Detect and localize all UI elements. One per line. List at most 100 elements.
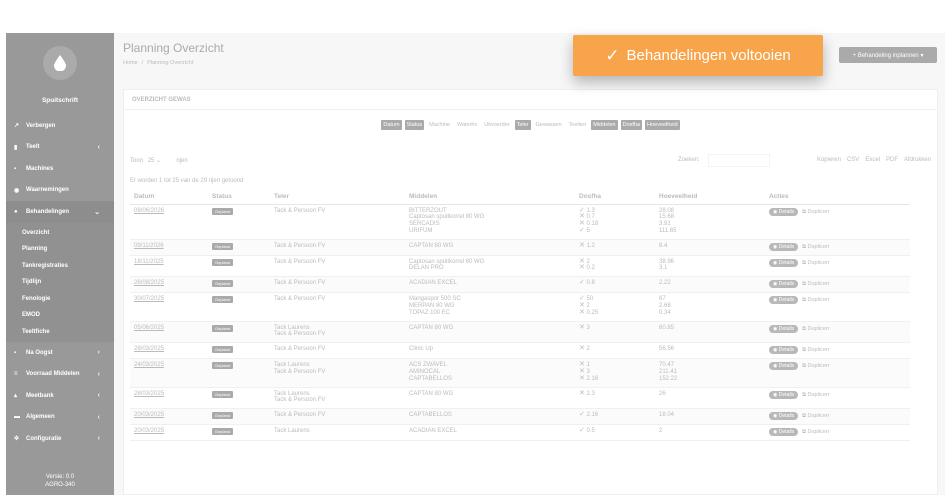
eye-icon: ◉ <box>773 325 778 332</box>
panel-title: OVERZICHT GEWAS <box>124 90 937 110</box>
sidebar-item-na-oogst[interactable]: ▪ Na Oogst ‹ <box>6 342 114 364</box>
details-button[interactable]: ◉ Details <box>769 346 799 355</box>
details-button[interactable]: ◉ Details <box>769 390 799 399</box>
export-pdf-button[interactable]: PDF <box>886 157 898 163</box>
duplicate-button[interactable]: ⧉ Duplicerr <box>802 209 829 215</box>
details-button[interactable]: ◉ Details <box>769 296 799 305</box>
sidebar-item-voorraad-middelen[interactable]: ≡ Voorraad Middelen ‹ <box>6 364 114 386</box>
plan-treatment-button[interactable]: + Behandeling inplannen ▾ <box>839 47 937 63</box>
product-name: CAPTABELLOS <box>409 412 452 419</box>
sidebar-item-verbergen[interactable]: ↗ Verbergen <box>6 115 114 137</box>
column-toggle-status[interactable]: Status <box>404 120 425 130</box>
sidebar-item-machines[interactable]: ▪ Machines <box>6 158 114 180</box>
complete-treatments-button[interactable]: ✓ Behandelingen voltooien <box>573 35 823 76</box>
date-link[interactable]: 30/07/2025 <box>134 296 164 302</box>
column-toggle-teler[interactable]: Teler <box>514 120 531 130</box>
column-toggle-waterhv[interactable]: Waterhv <box>455 120 479 130</box>
grower-name: Tack & Persoon FV <box>274 207 326 214</box>
export-excel-button[interactable]: Excel <box>865 157 880 163</box>
dosage-cell-line: ✕ 2.16 <box>579 375 651 383</box>
planning-table: Datum Status Teler Middelen Dosfha Hoeve… <box>130 189 910 442</box>
details-button[interactable]: ◉ Details <box>769 412 799 421</box>
date-link[interactable]: 08/06/2026 <box>134 208 164 214</box>
details-button[interactable]: ◉ Details <box>769 280 799 289</box>
sidebar-item-configuratie[interactable]: ✲ Configuratie ‹ <box>6 428 114 450</box>
sidebar-subitem-planning[interactable]: Planning <box>6 241 114 258</box>
duplicate-button[interactable]: ⧉ Duplicerr <box>802 413 829 419</box>
details-label: Details <box>778 363 795 370</box>
sidebar-item-teelt[interactable]: ▮ Teelt ‹ <box>6 137 114 159</box>
column-header-dosfha[interactable]: Dosfha <box>575 189 655 205</box>
column-toggle-dosfha[interactable]: Dosfha <box>620 120 643 130</box>
column-toggle-teelten[interactable]: Teelten <box>567 120 589 130</box>
details-button[interactable]: ◉ Details <box>769 428 799 437</box>
sidebar-subitem-emod[interactable]: EMOD <box>6 307 114 324</box>
export-csv-button[interactable]: CSV <box>847 157 859 163</box>
export-copy-button[interactable]: Kopieren <box>817 157 841 163</box>
dosage-value: 3 <box>586 369 590 376</box>
column-toggle-machine[interactable]: Machine <box>427 120 452 130</box>
duplicate-button[interactable]: ⧉ Duplicerr <box>802 260 829 266</box>
duplicate-button[interactable]: ⧉ Duplicerr <box>802 347 829 353</box>
duplicate-button[interactable]: ⧉ Duplicerr <box>802 326 829 332</box>
column-toggle-gewassen[interactable]: Gewassen <box>534 120 564 130</box>
page-length-select[interactable]: 25 ⌄ <box>148 157 172 164</box>
date-link[interactable]: 20/03/2025 <box>134 412 164 418</box>
copy-icon: ⧉ <box>802 208 806 215</box>
dosage-value: 2.3 <box>586 390 595 397</box>
status-badge: Gepland <box>212 207 234 215</box>
date-link[interactable]: 20/03/2025 <box>134 428 164 434</box>
date-link[interactable]: 05/06/2025 <box>134 325 164 331</box>
date-link[interactable]: 28/03/2025 <box>134 346 164 352</box>
sidebar-item-meetbank[interactable]: ▴ Meetbank ‹ <box>6 385 114 407</box>
export-print-button[interactable]: Afdrukken <box>904 157 931 163</box>
duplicate-button[interactable]: ⧉ Duplicerr <box>802 281 829 287</box>
dosage-value: 0.18 <box>586 221 599 228</box>
dosage-status-icon: ✕ <box>579 308 585 316</box>
sidebar-item-algemeen[interactable]: ▬ Algemeen ‹ <box>6 407 114 429</box>
search-input[interactable] <box>708 154 770 167</box>
duplicate-button[interactable]: ⧉ Duplicerr <box>802 297 829 303</box>
duplicate-label: Duplicerr <box>807 347 830 354</box>
grower-name: Tack & Persoon FV <box>274 280 326 287</box>
date-link[interactable]: 28/03/2025 <box>134 391 164 397</box>
sidebar-subitem-teeltfiche[interactable]: Teeltfiche <box>6 324 114 341</box>
duplicate-button[interactable]: ⧉ Duplicerr <box>802 392 829 398</box>
column-header-status[interactable]: Status <box>208 189 270 205</box>
details-button[interactable]: ◉ Details <box>769 258 799 267</box>
dosage-status-icon: ✕ <box>579 345 585 353</box>
column-toggle-hoeveelheid[interactable]: Hoeveelheid <box>645 120 680 130</box>
dosage-value: 0.2 <box>586 265 595 272</box>
date-link[interactable]: 24/03/2025 <box>134 362 164 368</box>
sidebar-item-behandelingen[interactable]: ● Behandelingen ⌄ <box>6 201 114 223</box>
details-button[interactable]: ◉ Details <box>769 207 799 216</box>
column-header-datum[interactable]: Datum <box>130 189 208 205</box>
dosage-cell-line: ✕ 3 <box>579 368 651 376</box>
details-button[interactable]: ◉ Details <box>769 242 799 251</box>
details-button[interactable]: ◉ Details <box>769 362 799 371</box>
column-header-teler[interactable]: Teler <box>270 189 405 205</box>
column-header-middelen[interactable]: Middelen <box>405 189 575 205</box>
sidebar-subitem-fenologie[interactable]: Fenologie <box>6 291 114 308</box>
date-link[interactable]: 18/11/2025 <box>134 259 164 265</box>
eye-icon: ◉ <box>773 347 778 354</box>
duplicate-button[interactable]: ⧉ Duplicerr <box>802 363 829 369</box>
compress-icon: ↗ <box>14 123 20 130</box>
column-toggle-middelen[interactable]: Middelen <box>591 120 618 130</box>
sidebar-subitem-tijdlijn[interactable]: Tijdlijn <box>6 274 114 291</box>
duplicate-button[interactable]: ⧉ Duplicerr <box>802 429 829 435</box>
sidebar-subitem-tankregistraties[interactable]: Tankregistraties <box>6 258 114 275</box>
product-name: TOPAZ 100 EC <box>409 309 451 316</box>
details-button[interactable]: ◉ Details <box>769 324 799 333</box>
date-link[interactable]: 09/11/2026 <box>134 243 164 249</box>
breadcrumb-home[interactable]: Home <box>123 60 138 66</box>
sidebar-subitem-overzicht[interactable]: Overzicht <box>6 225 114 242</box>
column-toggle-datum[interactable]: Datum <box>381 120 402 130</box>
duplicate-label: Duplicerr <box>807 363 830 370</box>
duplicate-button[interactable]: ⧉ Duplicerr <box>802 244 829 250</box>
column-header-acties[interactable]: Acties <box>765 189 910 205</box>
date-link[interactable]: 26/08/2025 <box>134 280 164 286</box>
column-header-hoeveelheid[interactable]: Hoeveelheid <box>655 189 765 205</box>
sidebar-item-waarnemingen[interactable]: ◉ Waarnemingen <box>6 180 114 202</box>
column-toggle-uitvoerder[interactable]: Uitvoerder <box>482 120 511 130</box>
